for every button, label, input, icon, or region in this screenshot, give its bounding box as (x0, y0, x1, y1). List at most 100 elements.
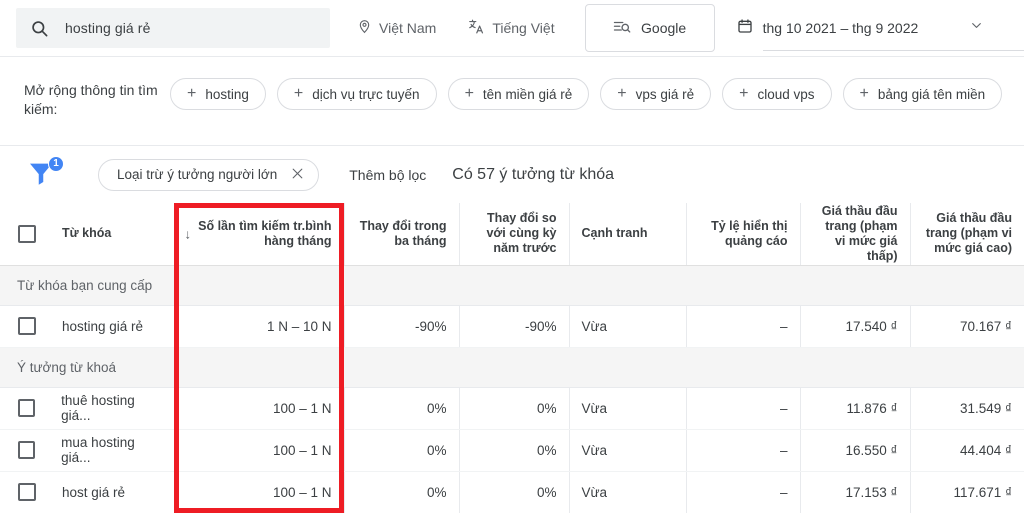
active-filter-label: Loại trừ ý tưởng người lớn (117, 167, 278, 182)
cell-competition: Vừa (569, 471, 687, 513)
expand-search-label: Mở rộng thông tin tìm kiếm: (24, 82, 158, 117)
column-header-three-month-change-label: Thay đổi trong ba tháng (359, 218, 447, 248)
expand-chip-list: + hosting + dịch vụ trực tuyến + tên miề… (170, 73, 1003, 110)
table-header-row: Từ khóa ↓ Số lần tìm kiếm tr.bình hàng t… (0, 203, 1024, 266)
close-icon[interactable] (291, 167, 304, 183)
plus-icon: + (464, 85, 474, 102)
select-all-checkbox[interactable] (18, 224, 36, 243)
cell-avg-monthly-searches: 1 N – 10 N (174, 305, 345, 348)
filter-funnel-button[interactable]: 1 (26, 155, 74, 192)
column-header-competition[interactable]: Cạnh tranh (569, 203, 687, 266)
keyword-planner-page: hosting giá rẻ Việt Nam Tiếng Việt Googl… (0, 0, 1024, 513)
cell-yoy-change: -90% (459, 305, 570, 348)
cell-top-of-page-bid-low: 11.876 ₫ (800, 387, 911, 430)
cell-yoy-change: 0% (459, 387, 570, 430)
plus-icon: + (739, 85, 749, 102)
cell-ad-impression-share: – (686, 429, 801, 472)
cell-three-month-change: 0% (344, 387, 460, 430)
expand-chip-label: tên miền giá rẻ (482, 86, 573, 102)
cell-ad-impression-share: – (686, 471, 801, 513)
cell-top-of-page-bid-high: 44.404 ₫ (910, 429, 1024, 472)
expand-chip-dich-vu-truc-tuyen[interactable]: + dịch vụ trực tuyến (276, 78, 437, 110)
expand-chip-vps-gia-re[interactable]: + vps giá rẻ (600, 78, 712, 110)
cell-avg-monthly-searches: 100 – 1 N (174, 471, 345, 513)
group-title: Ý tưởng từ khoá (0, 347, 1024, 388)
language-label: Tiếng Việt (492, 20, 555, 36)
column-header-top-of-page-bid-low-label: Giá thầu đầu trang (phạm vi mức giá thấp… (821, 203, 898, 263)
search-input[interactable]: hosting giá rẻ (16, 8, 330, 48)
column-header-keyword-label: Từ khóa (62, 226, 112, 241)
keyword-text: mua hosting giá... (61, 435, 135, 465)
date-range-selector[interactable]: thg 10 2021 – thg 9 2022 (737, 9, 1024, 51)
expand-chip-label: cloud vps (757, 86, 815, 102)
column-header-top-of-page-bid-low[interactable]: Giá thầu đầu trang (phạm vi mức giá thấp… (800, 203, 911, 266)
chevron-down-icon[interactable] (970, 19, 983, 37)
cell-three-month-change: 0% (344, 471, 460, 513)
filter-funnel-icon (26, 163, 56, 192)
table-group-header: Ý tưởng từ khoá (0, 347, 1024, 388)
cell-top-of-page-bid-high: 70.167 ₫ (910, 305, 1024, 348)
search-icon (30, 19, 49, 38)
expand-chip-bang-gia-ten-mien[interactable]: + bảng giá tên miền (842, 78, 1003, 110)
keyword-text: thuê hosting giá... (61, 393, 135, 423)
search-network-selector[interactable]: Google (584, 4, 715, 52)
column-header-keyword[interactable]: Từ khóa (0, 203, 175, 266)
table-row[interactable]: mua hosting giá... 100 – 1 N 0% 0% Vừa –… (0, 429, 1024, 472)
calendar-icon (737, 18, 753, 39)
date-range-underline (762, 50, 1024, 51)
table-group-header: Từ khóa bạn cung cấp (0, 265, 1024, 306)
column-header-three-month-change[interactable]: Thay đổi trong ba tháng (344, 203, 460, 266)
column-header-yoy-change[interactable]: Thay đổi so với cùng kỳ năm trước (459, 203, 570, 266)
row-checkbox[interactable] (18, 441, 36, 459)
column-header-top-of-page-bid-high-label: Giá thầu đầu trang (phạm vi mức giá cao) (925, 211, 1012, 256)
keyword-text: host giá rẻ (62, 484, 126, 500)
plus-icon: + (187, 85, 197, 102)
column-header-ad-impression-share[interactable]: Tỷ lệ hiển thị quảng cáo (686, 203, 801, 266)
cell-top-of-page-bid-high: 31.549 ₫ (910, 387, 1024, 430)
group-title: Từ khóa bạn cung cấp (0, 265, 1024, 306)
cell-three-month-change: -90% (344, 305, 460, 348)
table-row[interactable]: host giá rẻ 100 – 1 N 0% 0% Vừa – 17.153… (0, 471, 1024, 513)
row-checkbox[interactable] (18, 399, 36, 417)
location-selector[interactable]: Việt Nam (357, 19, 436, 37)
sort-descending-icon[interactable]: ↓ (185, 226, 192, 241)
column-header-avg-monthly-searches-label: Số lần tìm kiếm tr.bình hàng tháng (198, 218, 332, 248)
keyword-ideas-table: Từ khóa ↓ Số lần tìm kiếm tr.bình hàng t… (0, 203, 1024, 513)
cell-keyword: mua hosting giá... (0, 429, 175, 472)
search-network-label: Google (641, 20, 687, 36)
top-search-bar: hosting giá rẻ Việt Nam Tiếng Việt Googl… (0, 0, 1024, 56)
cell-top-of-page-bid-high: 117.671 ₫ (910, 471, 1024, 513)
cell-top-of-page-bid-low: 16.550 ₫ (800, 429, 911, 472)
filter-count-badge: 1 (48, 155, 64, 172)
column-header-top-of-page-bid-high[interactable]: Giá thầu đầu trang (phạm vi mức giá cao) (910, 203, 1024, 266)
column-header-avg-monthly-searches[interactable]: ↓ Số lần tìm kiếm tr.bình hàng tháng (174, 203, 345, 266)
add-filter-button[interactable]: Thêm bộ lọc (349, 167, 426, 183)
plus-icon: + (617, 85, 627, 102)
expand-chip-hosting[interactable]: + hosting (170, 78, 266, 110)
language-selector[interactable]: Tiếng Việt (468, 18, 555, 38)
active-filter-chip[interactable]: Loại trừ ý tưởng người lớn (98, 158, 320, 191)
search-input-value: hosting giá rẻ (65, 20, 151, 36)
cell-top-of-page-bid-low: 17.540 ₫ (800, 305, 911, 348)
keyword-text: hosting giá rẻ (62, 318, 144, 334)
location-pin-icon (357, 19, 372, 37)
expand-chip-ten-mien-gia-re[interactable]: + tên miền giá rẻ (447, 78, 590, 110)
cell-keyword: host giá rẻ (0, 471, 175, 513)
cell-yoy-change: 0% (459, 429, 570, 472)
table-row[interactable]: thuê hosting giá... 100 – 1 N 0% 0% Vừa … (0, 387, 1024, 430)
cell-keyword: hosting giá rẻ (0, 305, 175, 348)
expand-search-row: Mở rộng thông tin tìm kiếm: + hosting + … (0, 57, 1024, 127)
cell-competition: Vừa (569, 429, 687, 472)
row-checkbox[interactable] (18, 483, 36, 501)
search-network-icon (613, 18, 631, 39)
cell-competition: Vừa (569, 387, 687, 430)
cell-ad-impression-share: – (686, 387, 801, 430)
location-label: Việt Nam (379, 20, 437, 36)
translate-icon (468, 18, 485, 38)
table-row[interactable]: hosting giá rẻ 1 N – 10 N -90% -90% Vừa … (0, 305, 1024, 348)
expand-chip-cloud-vps[interactable]: + cloud vps (722, 78, 832, 110)
date-range-label: thg 10 2021 – thg 9 2022 (762, 20, 919, 36)
row-checkbox[interactable] (18, 317, 36, 335)
cell-competition: Vừa (569, 305, 687, 348)
cell-top-of-page-bid-low: 17.153 ₫ (800, 471, 911, 513)
